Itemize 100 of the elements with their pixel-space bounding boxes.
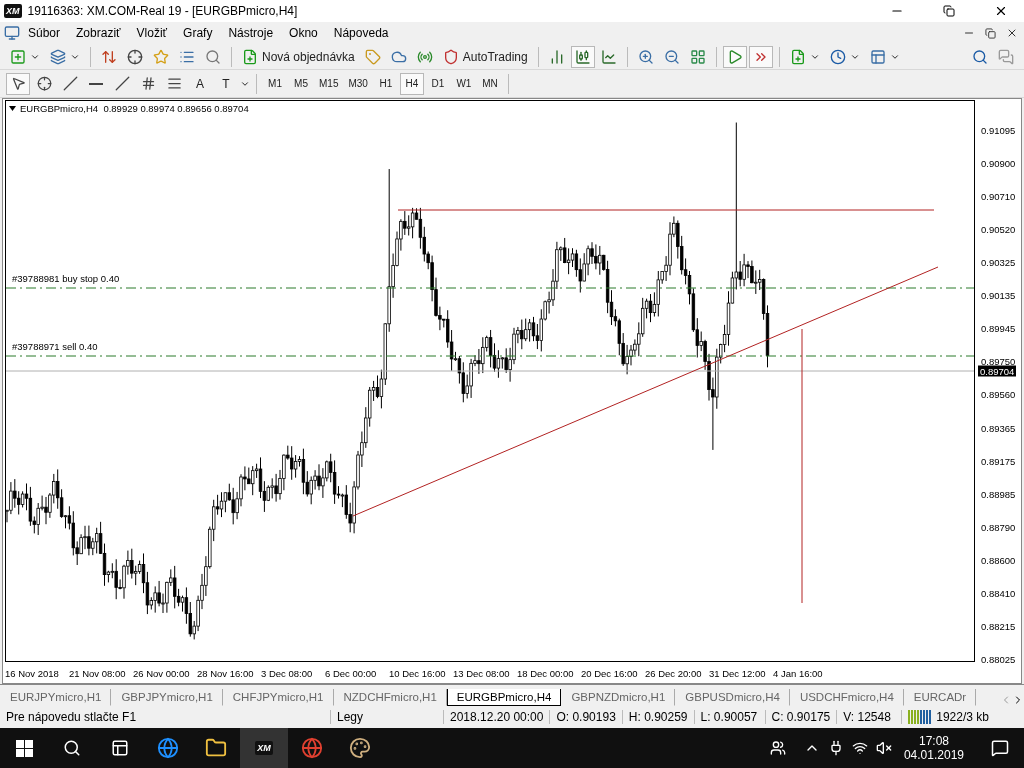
autoscroll-button[interactable] — [722, 45, 747, 68]
menu-item[interactable]: Zobraziť — [68, 26, 129, 40]
price-tick: 0.88985 — [981, 488, 1016, 500]
clock-time: 17:08 — [918, 734, 949, 748]
chart-type-button[interactable] — [570, 45, 595, 68]
windows-icon — [15, 739, 33, 757]
drawing-tool-button[interactable]: A — [188, 72, 212, 95]
timeframe-button[interactable]: H4 — [399, 72, 424, 95]
date-label: 26 Dec 20:00 — [645, 667, 703, 679]
document-plus-icon — [242, 48, 258, 65]
timeframe-button[interactable]: M15 — [315, 72, 343, 95]
menu-item[interactable]: Grafy — [175, 26, 221, 40]
chart-tab[interactable]: GBPJPYmicro,H1 — [111, 689, 223, 706]
timeframe-button[interactable]: H1 — [373, 72, 398, 95]
menu-item[interactable]: Vložiť — [128, 26, 176, 40]
price-tick: 0.89750 — [981, 355, 1016, 367]
price-tick: 0.88600 — [981, 554, 1016, 566]
timeframe-button[interactable]: M1 — [263, 72, 287, 95]
grid-icon — [689, 48, 706, 65]
chart-tab[interactable]: EURJPYmicro,H1 — [0, 689, 112, 706]
search-icon — [205, 48, 221, 65]
price-tick: 0.89175 — [981, 455, 1016, 467]
chart-icon — [600, 48, 617, 65]
palette-icon — [349, 737, 371, 759]
volume-text: V: 12548 — [837, 710, 903, 724]
taskbar-app-button[interactable]: XM — [240, 728, 288, 768]
date-label: 13 Dec 08:00 — [453, 667, 511, 679]
date-label: 26 Nov 00:00 — [133, 667, 191, 679]
timeframe-button[interactable]: M30 — [344, 72, 372, 95]
price-tick: 0.88410 — [981, 587, 1016, 599]
drawing-tool-button[interactable] — [6, 72, 30, 95]
order-label: #39788981 buy stop 0.40 — [12, 273, 120, 284]
document-plus-icon — [789, 48, 806, 65]
date-label: 16 Nov 2018 — [5, 667, 60, 679]
arrows-icon — [101, 48, 117, 65]
traffic-text: 1922/3 kb — [935, 710, 989, 724]
search-icon — [63, 739, 81, 757]
price-tick: 0.88215 — [981, 620, 1016, 632]
app-logo: XM — [4, 4, 22, 18]
menu-item[interactable]: Nástroje — [220, 26, 282, 40]
date-label: 31 Dec 12:00 — [709, 667, 767, 679]
date-label: 4 Jan 16:00 — [773, 667, 824, 679]
price-tick: 0.90520 — [981, 223, 1016, 235]
chart-tab[interactable]: EURGBPmicro,H4 — [446, 689, 562, 706]
wifi-icon — [851, 740, 868, 756]
date-label: 20 Dec 16:00 — [581, 667, 639, 679]
date-label: 28 Nov 16:00 — [197, 667, 255, 679]
search-icon — [972, 48, 988, 65]
template-icon — [869, 48, 886, 65]
profile-name: Legy — [331, 710, 444, 724]
current-price-tag: 0.89704 — [978, 365, 1017, 377]
new-order-button[interactable]: Nová objednávka — [238, 45, 359, 68]
menu-item[interactable]: Okno — [281, 26, 326, 40]
price-tick: 0.89560 — [981, 388, 1016, 400]
price-tick: 0.90135 — [981, 289, 1016, 301]
crosshair-icon — [36, 76, 52, 91]
order-label: #39788971 sell 0.40 — [12, 341, 98, 352]
price-tick: 0.89365 — [981, 422, 1016, 434]
dotted-lines-icon — [166, 76, 182, 91]
drawing-tool-button[interactable]: T — [214, 72, 238, 95]
help-text: Pre nápovedu stlačte F1 — [0, 710, 331, 724]
menu-item[interactable]: Nápoveda — [325, 26, 397, 40]
cursor-icon — [10, 76, 26, 91]
price-tick: 0.90710 — [981, 190, 1016, 202]
restore-icon — [943, 5, 955, 17]
app-logo: XM — [255, 741, 273, 755]
date-label: 21 Nov 08:00 — [69, 667, 127, 679]
chart-tab[interactable]: GBPNZDmicro,H1 — [561, 689, 676, 706]
bar-date: 2018.12.20 00:00 — [444, 710, 551, 724]
autotrading-button[interactable]: AutoTrading — [438, 45, 532, 68]
chart-header: EURGBPmicro,H4 0.89929 0.89974 0.89656 0.89704 — [20, 103, 249, 114]
timeframe-button[interactable]: M5 — [289, 72, 313, 95]
menu-item[interactable]: Súbor — [20, 26, 69, 40]
people-icon — [769, 740, 786, 756]
zoom-out-icon — [663, 48, 680, 65]
task-view-icon — [111, 739, 129, 757]
diagonal-line-icon — [114, 76, 130, 91]
chart-tab[interactable]: USDCHFmicro,H4 — [789, 689, 904, 706]
plus-icon — [10, 48, 26, 65]
chart-tab[interactable]: GBPUSDmicro,H4 — [675, 689, 790, 706]
timeframe-button[interactable]: MN — [477, 72, 502, 95]
chart-window-icon — [4, 25, 20, 41]
chart-tab[interactable]: CHFJPYmicro,H1 — [222, 689, 334, 706]
layers-icon — [50, 48, 66, 65]
clock-date: 04.01.2019 — [903, 748, 964, 762]
star-icon — [153, 48, 169, 65]
price-tick: 0.91095 — [981, 124, 1016, 136]
tag-icon — [364, 48, 381, 65]
low-price: L: 0.90057 — [694, 710, 766, 724]
notification-icon — [991, 739, 1009, 757]
globe-icon — [157, 737, 179, 759]
chart-tab[interactable]: EURCADr — [903, 689, 977, 706]
chart-tab[interactable]: NZDCHFmicro,H1 — [333, 689, 447, 706]
chart-icon — [574, 48, 591, 65]
close-icon — [1006, 27, 1018, 39]
price-tick: 0.90900 — [981, 157, 1016, 169]
timeframe-button[interactable]: D1 — [425, 72, 450, 95]
chart-shift-button[interactable] — [748, 45, 773, 68]
timeframe-button[interactable]: W1 — [451, 72, 476, 95]
price-tick: 0.88790 — [981, 521, 1016, 533]
